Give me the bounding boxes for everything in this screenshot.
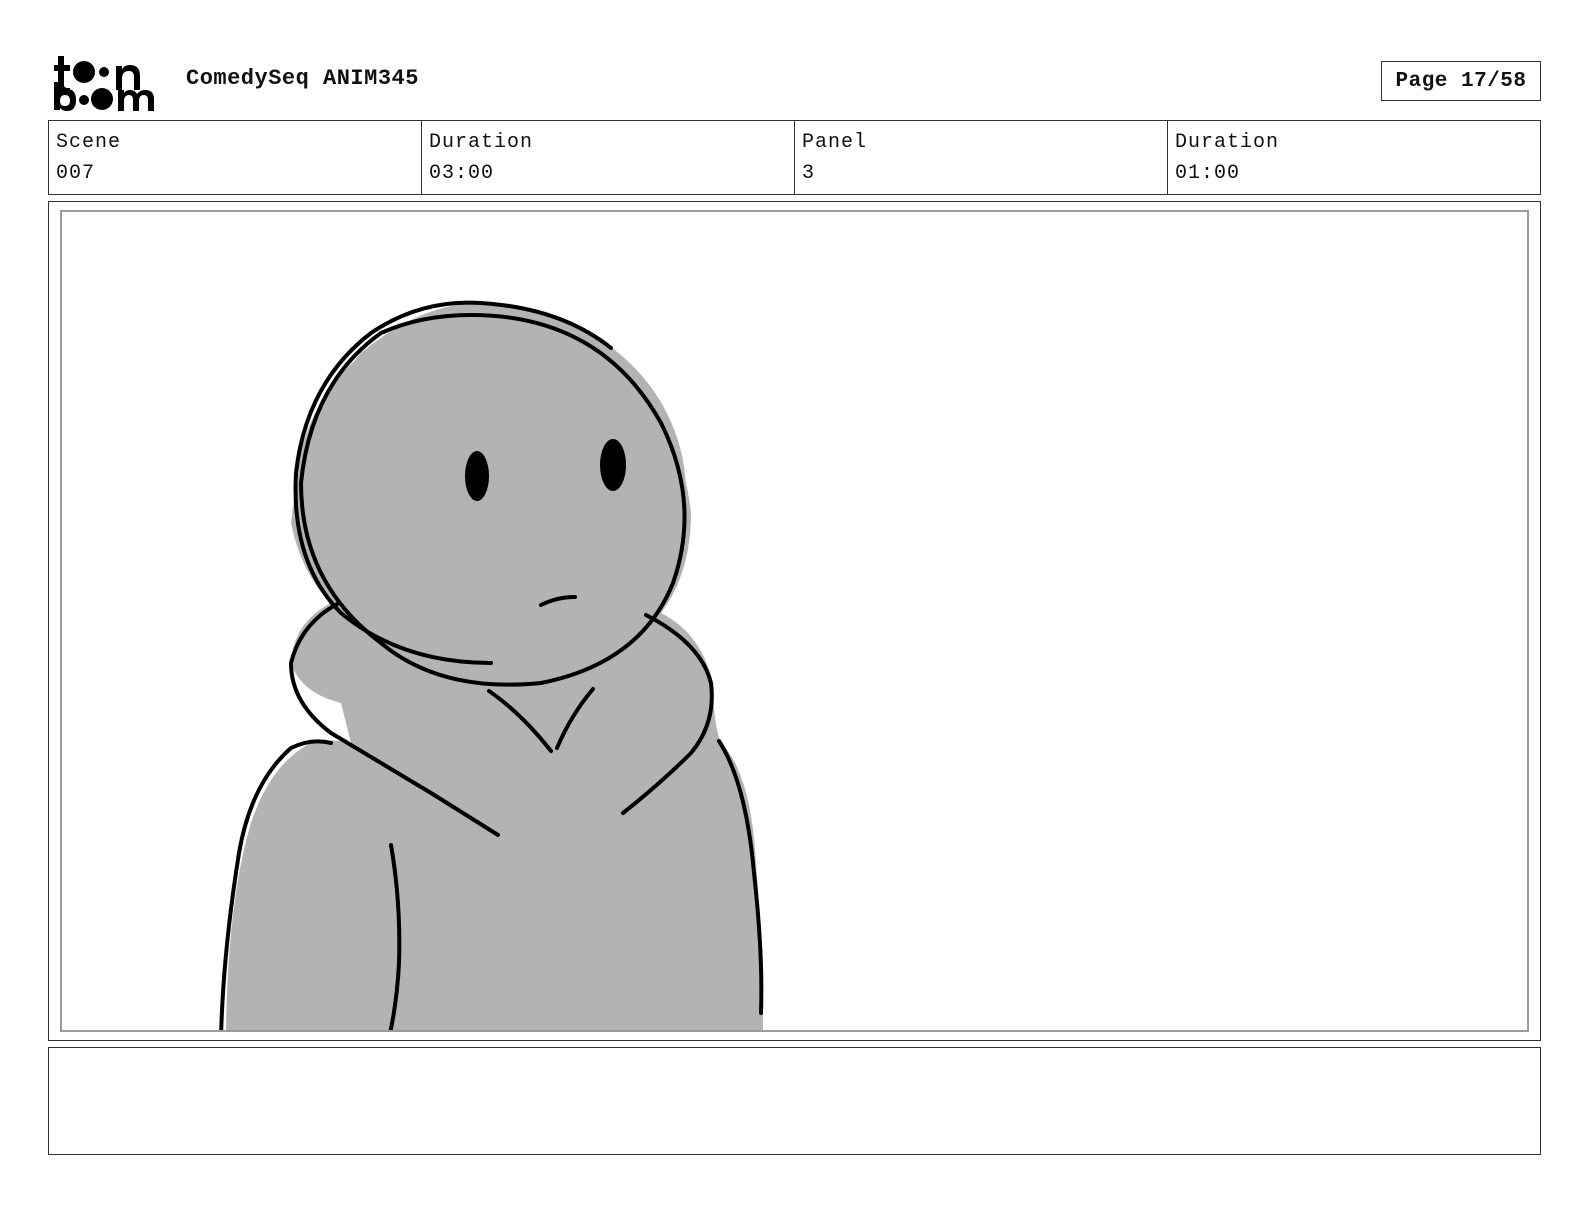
left-eye xyxy=(465,451,489,501)
panel-duration-cell: Duration 01:00 xyxy=(1168,121,1540,194)
toon-boom-logo-icon xyxy=(54,56,154,111)
page-indicator: Page 17/58 xyxy=(1381,61,1541,101)
scene-duration-value: 03:00 xyxy=(429,162,495,185)
scene-value: 007 xyxy=(56,162,96,185)
right-eye xyxy=(600,439,626,491)
panel-duration-value: 01:00 xyxy=(1175,162,1241,185)
scene-info-table: Scene 007 Duration 03:00 Panel 3 Duratio… xyxy=(48,120,1541,195)
panel-duration-label: Duration xyxy=(1175,131,1280,154)
panel-cell: Panel 3 xyxy=(795,121,1168,194)
panel-label: Panel xyxy=(802,131,868,154)
panel-value: 3 xyxy=(802,162,816,185)
storyboard-panel-frame xyxy=(48,201,1541,1041)
project-title: ComedySeq ANIM345 xyxy=(186,66,419,91)
scene-duration-label: Duration xyxy=(429,131,534,154)
storyboard-panel xyxy=(60,210,1529,1032)
scene-cell: Scene 007 xyxy=(49,121,422,194)
panel-caption-box[interactable] xyxy=(48,1047,1541,1155)
character-sketch xyxy=(219,300,764,1030)
scene-label: Scene xyxy=(56,131,122,154)
scene-duration-cell: Duration 03:00 xyxy=(422,121,795,194)
